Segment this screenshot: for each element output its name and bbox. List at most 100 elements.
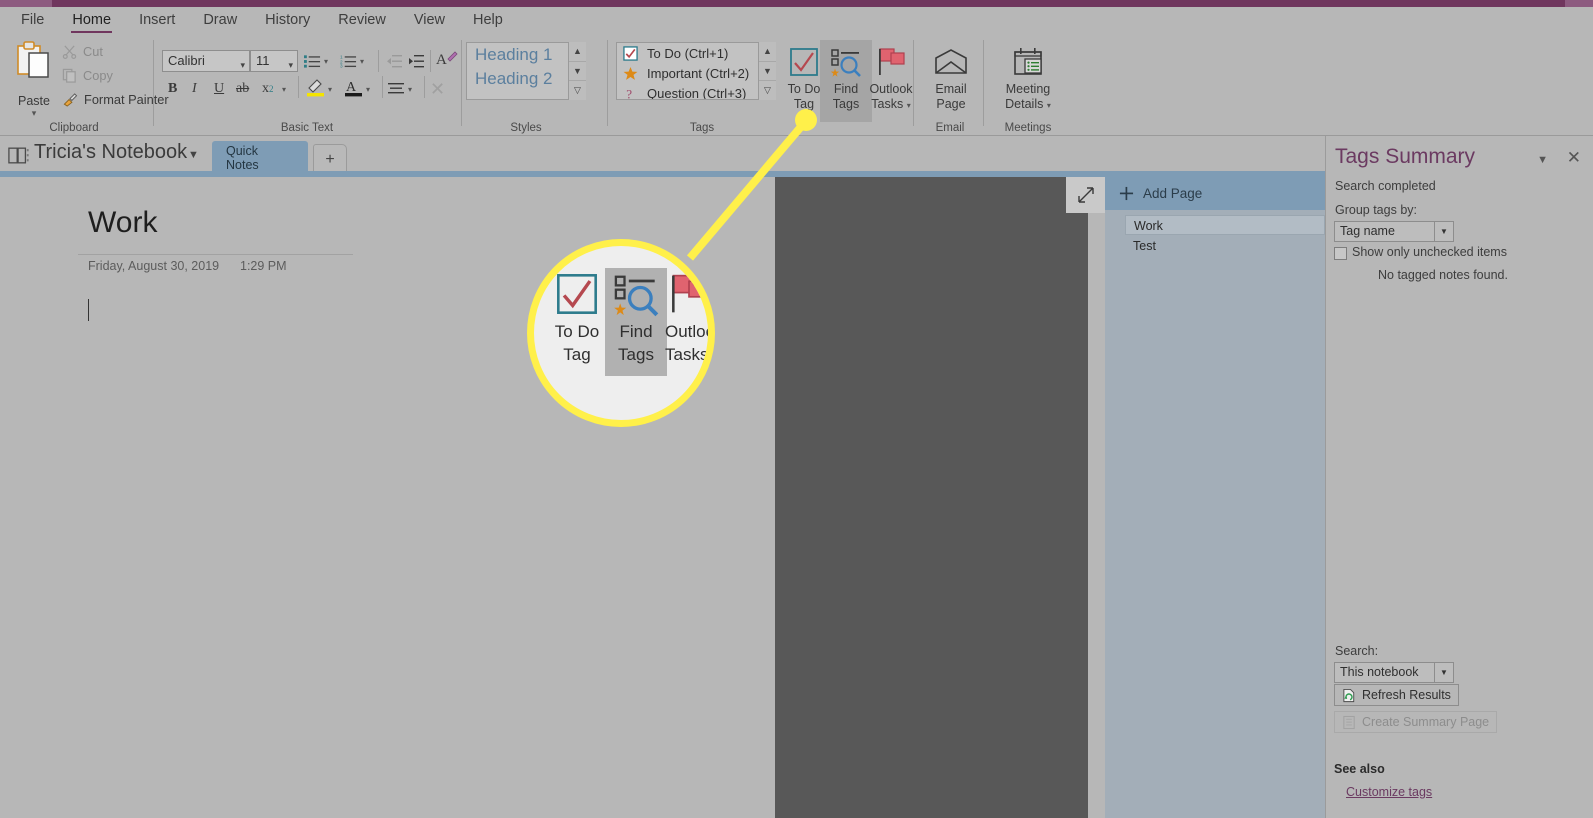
meeting-details-label-line2: Details ▾ — [994, 97, 1062, 113]
font-name-input[interactable]: Calibri ▾ — [162, 50, 250, 72]
page-time: 1:29 PM — [240, 259, 287, 273]
basic-text-divider-4 — [382, 76, 383, 98]
bullets-button[interactable] — [304, 50, 321, 72]
basic-text-group-label: Basic Text — [280, 122, 334, 134]
paste-button[interactable]: Paste ▾ — [8, 40, 60, 120]
notebook-dropdown-caret-icon[interactable]: ▼ — [188, 149, 199, 161]
tags-group-label: Tags — [689, 122, 715, 134]
svg-text:?: ? — [626, 86, 632, 100]
styles-gallery-scroll[interactable]: ▲ ▼ ▽ — [568, 42, 586, 100]
ribbon-tab-view[interactable]: View — [401, 10, 458, 31]
search-scope-select[interactable]: This notebook ▼ — [1334, 662, 1454, 683]
ribbon-tab-review[interactable]: Review — [325, 10, 399, 31]
customize-tags-link[interactable]: Customize tags — [1346, 785, 1432, 799]
numbered-list-icon: 1 2 3 — [340, 55, 357, 68]
strikethrough-button[interactable]: ab — [236, 78, 249, 100]
outlook-tasks-caret-icon[interactable]: ▾ — [907, 101, 911, 110]
ribbon-tab-home[interactable]: Home — [59, 10, 124, 33]
pane-options-caret-icon[interactable]: ▼ — [1537, 154, 1548, 166]
font-color-button[interactable]: A — [344, 76, 364, 98]
decrease-indent-button[interactable] — [386, 50, 402, 72]
tag-item-todo[interactable]: To Do (Ctrl+1) — [617, 43, 773, 63]
tags-gallery-scroll[interactable]: ▲ ▼ ▽ — [758, 42, 776, 100]
meeting-details-button[interactable]: Meeting Details ▾ — [994, 40, 1062, 122]
add-section-button[interactable]: + — [313, 144, 347, 174]
font-name-value: Calibri — [168, 53, 205, 68]
align-button[interactable] — [388, 78, 404, 100]
ribbon-tab-draw[interactable]: Draw — [190, 10, 250, 31]
page-list-item-work[interactable]: Work — [1125, 215, 1325, 235]
paste-label: Paste — [18, 94, 50, 108]
add-page-button[interactable]: Add Page — [1105, 177, 1325, 210]
subscript-caret[interactable]: ▾ — [282, 78, 286, 100]
meeting-details-label-text: Details — [1005, 97, 1044, 111]
highlight-caret[interactable]: ▾ — [328, 78, 332, 100]
increase-indent-button[interactable] — [408, 50, 424, 72]
pane-close-icon[interactable]: ✕ — [1567, 148, 1581, 168]
show-unchecked-checkbox[interactable] — [1334, 247, 1347, 260]
font-size-caret[interactable]: ▾ — [288, 55, 293, 75]
callout-outlook-tasks-icon — [665, 268, 708, 320]
clear-format-icon: A — [436, 51, 458, 68]
ribbon-tab-history[interactable]: History — [252, 10, 323, 31]
cut-button[interactable]: Cut — [62, 44, 103, 59]
tags-scroll-up-icon[interactable]: ▲ — [759, 42, 776, 62]
email-page-label-line1: Email — [935, 82, 967, 96]
ribbon-tab-help[interactable]: Help — [460, 10, 516, 31]
page-title[interactable]: Work — [88, 206, 157, 240]
callout-to-do-tag-line1: To Do — [554, 322, 600, 341]
ribbon-tab-insert[interactable]: Insert — [126, 10, 188, 31]
create-summary-page-label: Create Summary Page — [1362, 715, 1490, 729]
copy-label: Copy — [83, 68, 113, 83]
tags-scroll-down-icon[interactable]: ▼ — [759, 62, 776, 82]
numbering-button[interactable]: 1 2 3 — [340, 50, 357, 72]
tag-item-question[interactable]: ? Question (Ctrl+3) — [617, 83, 773, 100]
styles-scroll-up-icon[interactable]: ▲ — [569, 42, 586, 62]
refresh-results-button[interactable]: Refresh Results — [1334, 684, 1459, 706]
numbering-caret[interactable]: ▾ — [360, 50, 364, 72]
page-list-item-test[interactable]: Test — [1125, 236, 1325, 256]
tags-gallery[interactable]: To Do (Ctrl+1) Important (Ctrl+2) ? Ques… — [616, 42, 774, 100]
create-summary-page-button[interactable]: Create Summary Page — [1334, 711, 1498, 733]
expand-page-button[interactable] — [1066, 177, 1105, 213]
ribbon-tab-file[interactable]: File — [8, 10, 57, 31]
copy-button[interactable]: Copy — [62, 68, 113, 83]
tag-item-important[interactable]: Important (Ctrl+2) — [617, 63, 773, 83]
meeting-details-caret-icon[interactable]: ▾ — [1047, 101, 1051, 110]
section-tab-quick-notes[interactable]: Quick Notes — [212, 141, 308, 174]
styles-scroll-down-icon[interactable]: ▼ — [569, 62, 586, 82]
bold-button[interactable]: B — [168, 78, 177, 100]
align-caret[interactable]: ▾ — [408, 78, 412, 100]
callout-find-tags-button[interactable]: Find Tags — [605, 268, 667, 376]
callout-outlook-tasks-button[interactable]: Outloo Tasks — [665, 268, 708, 376]
font-color-caret[interactable]: ▾ — [366, 78, 370, 100]
clear-all-button[interactable]: ✕ — [430, 78, 445, 100]
tags-expand-icon[interactable]: ▽ — [759, 81, 776, 100]
page-date: Friday, August 30, 2019 — [88, 259, 220, 273]
search-scope-caret-icon[interactable]: ▼ — [1434, 663, 1453, 682]
email-page-button[interactable]: Email Page — [924, 40, 978, 122]
highlight-button[interactable] — [306, 76, 326, 98]
group-tags-by-caret-icon[interactable]: ▼ — [1434, 222, 1453, 241]
font-size-input[interactable]: 11 ▾ — [250, 50, 298, 72]
callout-to-do-tag-icon — [546, 268, 608, 320]
svg-text:A: A — [436, 52, 447, 68]
subscript-button[interactable]: x2 — [262, 78, 274, 100]
outlook-tasks-label-line1: Outlook — [869, 82, 913, 96]
ribbon-group-basic-text: Calibri ▾ 11 ▾ ▾ 1 2 3 ▾ A B I U ab x 2 … — [158, 34, 458, 136]
scissors-icon — [62, 45, 77, 59]
font-name-caret[interactable]: ▾ — [240, 55, 245, 75]
styles-expand-icon[interactable]: ▽ — [569, 81, 586, 100]
outlook-tasks-button[interactable]: Outlook Tasks ▾ — [862, 40, 920, 122]
clear-formatting-button[interactable]: A — [436, 48, 458, 70]
italic-button[interactable]: I — [192, 78, 197, 100]
paintbrush-icon — [63, 93, 78, 107]
notebook-name[interactable]: Tricia's Notebook — [34, 141, 187, 164]
callout-to-do-tag-button[interactable]: To Do Tag — [546, 268, 608, 376]
underline-button[interactable]: U — [214, 78, 224, 100]
paste-dropdown-caret[interactable]: ▾ — [8, 108, 60, 119]
tags-summary-empty-message: No tagged notes found. — [1378, 268, 1508, 282]
bullets-caret[interactable]: ▾ — [324, 50, 328, 72]
group-tags-by-select[interactable]: Tag name ▼ — [1334, 221, 1454, 242]
tags-summary-title: Tags Summary — [1335, 145, 1476, 168]
